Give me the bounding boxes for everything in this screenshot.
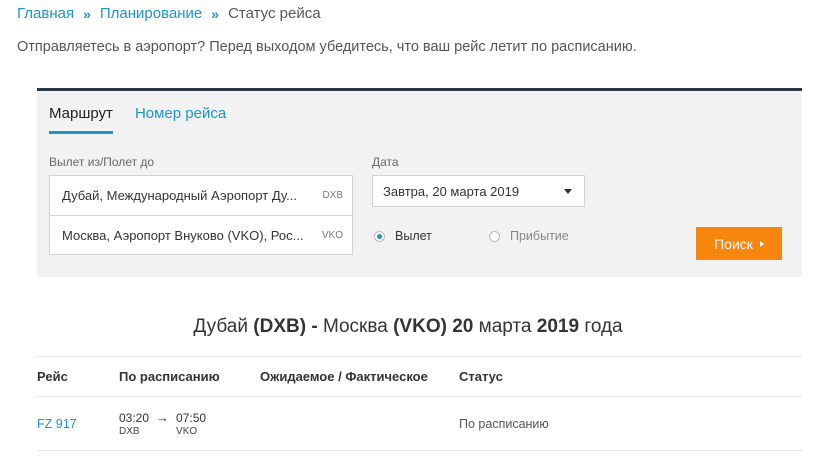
scheduled-times: 03:20 DXB → 07:50 VKO [119,409,260,437]
search-tabs: Маршрут Номер рейса [49,105,248,134]
departure-airport-code: DXB [322,190,343,201]
result-to-code: (VKO) [393,316,447,337]
departure-code: DXB [119,425,140,437]
departure-time: 03:20 [119,410,150,425]
arrow-right-icon [759,240,764,247]
radio-departure[interactable]: Вылет [374,229,432,243]
date-label: Дата [372,155,399,169]
breadcrumb-planning-link[interactable]: Планирование [100,5,202,22]
tab-route[interactable]: Маршрут [49,105,113,134]
date-select[interactable]: Завтра, 20 марта 2019 [372,175,585,207]
radio-checked-icon [374,230,385,242]
breadcrumb-home-link[interactable]: Главная [17,5,74,22]
header-flight: Рейс [37,369,68,384]
route-label: Вылет из/Полет до [49,155,155,169]
result-title: Дубай (DXB) - Москва (VKO) 20 марта 2019… [0,316,816,338]
search-button[interactable]: Поиск [696,227,782,260]
result-suffix: года [584,316,623,337]
search-button-label: Поиск [714,235,753,252]
arrival-code: VKO [176,425,198,437]
result-to-city: Москва [322,316,388,337]
tab-flight-number[interactable]: Номер рейса [135,105,226,134]
table-row: FZ 917 03:20 DXB → 07:50 VKO По расписан… [37,397,802,451]
status-text: По расписанию [459,416,549,431]
arrow-right-icon: → [156,409,170,425]
table-header: Рейс По расписанию Ожидаемое / Фактическ… [37,357,802,397]
flight-number-link[interactable]: FZ 917 [37,417,77,431]
flight-search-panel: Маршрут Номер рейса Вылет из/Полет до Да… [37,88,802,277]
intro-text: Отправляетесь в аэропорт? Перед выходом … [17,39,637,55]
breadcrumb-separator: » [211,5,220,22]
breadcrumb-separator: » [83,5,91,22]
chevron-down-icon [564,188,572,194]
result-from-city: Дубай [193,316,248,337]
flight-status-table: Рейс По расписанию Ожидаемое / Фактическ… [37,356,802,451]
result-day: 20 [452,316,474,337]
date-select-value: Завтра, 20 марта 2019 [383,183,520,199]
arrival-airport-field[interactable]: Москва, Аэропорт Внуково (VKO), Рос... V… [50,215,352,254]
result-from-code: (DXB) [253,316,307,337]
route-fields: Дубай, Международный Аэропорт Ду... DXB … [49,175,353,255]
radio-departure-label: Вылет [395,229,432,243]
radio-arrival[interactable]: Прибытие [489,229,569,243]
breadcrumb: Главная » Планирование » Статус рейса [17,5,321,22]
header-actual: Ожидаемое / Фактическое [260,369,428,384]
header-scheduled: По расписанию [119,369,220,384]
departure-airport-field[interactable]: Дубай, Международный Аэропорт Ду... DXB [50,176,352,215]
result-year: 2019 [536,316,580,337]
header-status: Статус [459,369,503,384]
radio-arrival-label: Прибытие [510,229,569,243]
result-dash: - [311,316,318,337]
result-month: марта [478,316,532,337]
breadcrumb-current: Статус рейса [228,5,321,22]
departure-airport-value: Дубай, Международный Аэропорт Ду... [62,188,297,203]
arrival-airport-code: VKO [321,229,343,241]
arrival-airport-value: Москва, Аэропорт Внуково (VKO), Рос... [62,227,304,243]
arrival-time: 07:50 [176,410,207,425]
radio-unchecked-icon [489,230,500,242]
